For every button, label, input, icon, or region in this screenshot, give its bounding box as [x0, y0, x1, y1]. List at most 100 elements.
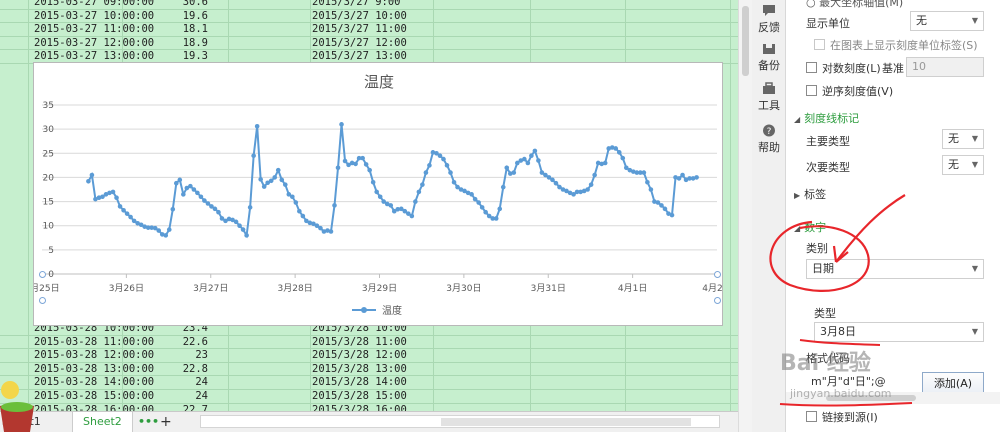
vertical-scrollbar[interactable]: [738, 0, 752, 432]
table-cell[interactable]: 2015-03-28 16:00:00: [34, 404, 154, 411]
line-chart[interactable]: 温度 0 5 10 15 20 25 30 35 3月25日 3月26日 3月27日 3月28日 3月29…: [33, 62, 724, 326]
add-sheet-button[interactable]: +: [150, 412, 182, 432]
tab-sheet2[interactable]: Sheet2: [72, 412, 133, 432]
table-cell[interactable]: 2015/3/28 14:00: [312, 376, 407, 389]
table-cell[interactable]: 2015/3/28 13:00: [312, 363, 407, 376]
table-row[interactable]: 2015-03-28 11:00:00 22.6 2015/3/28 11:00: [0, 336, 738, 350]
table-cell[interactable]: 2015/3/27 9:00: [312, 0, 401, 9]
backup-button[interactable]: 备份: [752, 42, 786, 73]
collapse-triangle-icon: ◢: [794, 115, 801, 124]
category-select[interactable]: 日期 ▼: [806, 259, 984, 279]
chevron-down-icon: ▼: [971, 134, 978, 143]
data-point: [300, 213, 306, 219]
data-point: [244, 233, 249, 238]
watermark-sub: jingyan.baidu.com: [790, 387, 892, 400]
table-row[interactable]: 2015-03-27 10:00:00 19.6 2015/3/27 10:00: [0, 10, 738, 24]
table-row[interactable]: 2015-03-27 12:00:00 18.9 2015/3/27 12:00: [0, 37, 738, 51]
table-cell[interactable]: 2015-03-28 11:00:00: [34, 336, 154, 349]
table-cell[interactable]: 2015/3/27 12:00: [312, 37, 407, 50]
base-input[interactable]: 10: [906, 57, 984, 77]
data-point: [416, 189, 422, 195]
data-point: [536, 158, 541, 163]
feedback-button[interactable]: 反馈: [752, 4, 786, 35]
minor-type-select[interactable]: 无 ▼: [942, 155, 984, 175]
table-cell[interactable]: 2015/3/28 16:00: [312, 404, 407, 411]
number-section-header[interactable]: ◢ 数字: [794, 219, 826, 235]
data-point: [367, 167, 372, 173]
data-point: [282, 182, 288, 187]
data-point: [680, 172, 685, 178]
data-point: [409, 213, 415, 219]
table-row[interactable]: 2015-03-28 15:00:00 24 2015/3/28 15:00: [0, 390, 738, 404]
data-point: [240, 227, 246, 232]
major-type-label: 主要类型: [806, 135, 850, 148]
table-cell[interactable]: 2015-03-28 15:00:00: [34, 390, 154, 403]
display-unit-label: 显示单位: [806, 17, 850, 30]
help-button[interactable]: ? 帮助: [752, 124, 786, 155]
table-cell[interactable]: 2015-03-27 10:00:00: [34, 10, 154, 23]
data-point: [370, 179, 376, 185]
selection-handle[interactable]: [714, 271, 721, 278]
data-point: [451, 179, 457, 185]
log-scale-label: 对数刻度(L): [822, 62, 881, 75]
table-cell[interactable]: 2015-03-27 12:00:00: [34, 37, 154, 50]
type-select[interactable]: 3月8日 ▼: [814, 322, 984, 342]
scroll-thumb[interactable]: [742, 6, 749, 76]
table-row[interactable]: 2015-03-27 11:00:00 18.1 2015/3/27 11:00: [0, 23, 738, 37]
major-type-select[interactable]: 无 ▼: [942, 129, 984, 149]
table-cell[interactable]: 2015/3/28 11:00: [312, 336, 407, 349]
table-cell[interactable]: 2015/3/27 10:00: [312, 10, 407, 23]
table-row[interactable]: 2015-03-28 16:00:00 22.7 2015/3/28 16:00: [0, 404, 738, 411]
tickmarks-section-header[interactable]: ◢ 刻度线标记: [794, 110, 859, 126]
legend-label: 温度: [382, 304, 402, 317]
tickmarks-section-title: 刻度线标记: [804, 112, 860, 125]
table-cell[interactable]: 2015-03-28 14:00:00: [34, 376, 154, 389]
selection-handle[interactable]: [714, 297, 721, 304]
table-cell[interactable]: 2015/3/28 15:00: [312, 390, 407, 403]
show-unit-label-checkbox[interactable]: [814, 39, 825, 50]
horizontal-scrollbar[interactable]: [200, 415, 720, 428]
data-point: [290, 194, 295, 200]
display-unit-select[interactable]: 无 ▼: [910, 11, 984, 31]
y-tick-label: 0: [48, 270, 54, 280]
table-cell[interactable]: 2015-03-28 13:00:00: [34, 363, 154, 376]
collapse-triangle-icon: ◢: [794, 224, 801, 233]
data-point: [110, 189, 116, 195]
table-cell[interactable]: 2015-03-27 09:00:00: [34, 0, 154, 9]
data-point: [163, 233, 169, 238]
selection-handle[interactable]: [39, 271, 46, 278]
table-row[interactable]: 2015-03-28 12:00:00 23 2015/3/28 12:00: [0, 349, 738, 363]
y-tick-label: 30: [43, 125, 55, 135]
table-row[interactable]: 2015-03-27 09:00:00 30.6 2015/3/27 9:00: [0, 0, 738, 10]
backup-icon: [763, 44, 775, 54]
y-tick-label: 25: [43, 149, 54, 159]
category-label: 类别: [806, 242, 828, 255]
table-row[interactable]: 2015-03-28 14:00:00 24 2015/3/28 14:00: [0, 376, 738, 390]
data-point: [363, 162, 369, 167]
tools-button[interactable]: 工具: [752, 82, 786, 113]
x-tick-label: 3月29日: [362, 283, 397, 294]
reverse-order-checkbox[interactable]: [806, 85, 817, 96]
scroll-thumb[interactable]: [441, 418, 691, 426]
labels-section-header[interactable]: ▶ 标签: [794, 186, 826, 202]
data-point: [247, 205, 253, 210]
data-point: [212, 206, 218, 212]
max-axis-radio[interactable]: ○ 最大坐标轴值(M): [806, 0, 903, 10]
data-point: [602, 160, 608, 166]
data-point: [198, 194, 204, 200]
table-cell[interactable]: 2015/3/28 12:00: [312, 349, 407, 362]
data-point: [117, 204, 123, 209]
data-point: [420, 182, 425, 187]
chart-svg: 温度 0 5 10 15 20 25 30 35 3月25日 3月26日 3月27日 3月28日 3月29…: [34, 73, 724, 317]
table-cell[interactable]: 2015-03-27 11:00:00: [34, 23, 154, 36]
table-row[interactable]: 2015-03-28 13:00:00 22.8 2015/3/28 13:00: [0, 363, 738, 377]
table-cell[interactable]: 2015-03-28 12:00:00: [34, 349, 154, 362]
data-point: [353, 161, 358, 167]
chevron-down-icon: ▼: [971, 160, 978, 169]
selection-handle[interactable]: [39, 297, 46, 304]
x-tick-label: 3月28日: [278, 283, 313, 294]
table-cell[interactable]: 2015/3/27 11:00: [312, 23, 407, 36]
data-point: [553, 180, 559, 186]
feedback-label: 反馈: [758, 21, 780, 34]
log-scale-checkbox[interactable]: [806, 62, 817, 73]
